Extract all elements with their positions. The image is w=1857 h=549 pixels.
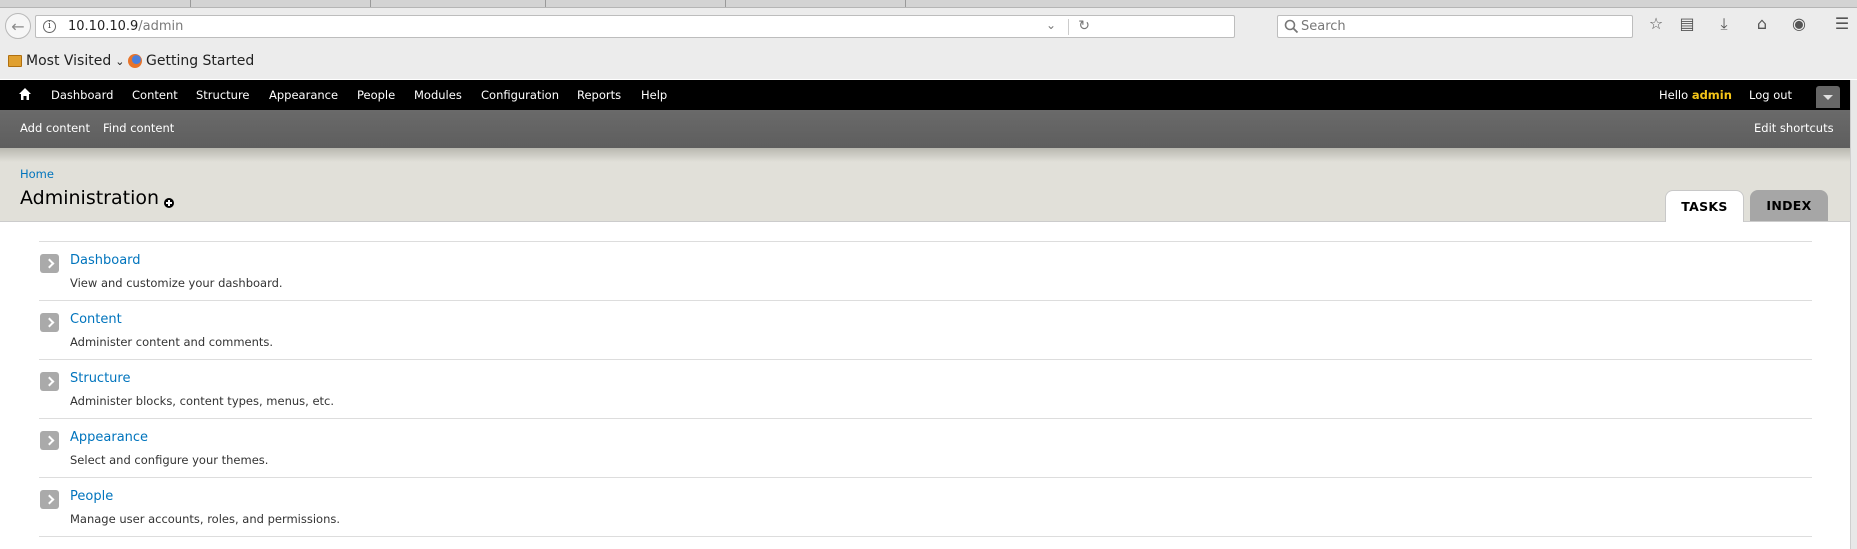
search-bar[interactable]: Search bbox=[1277, 15, 1633, 38]
toolbar-item-dashboard[interactable]: Dashboard bbox=[51, 88, 113, 102]
admin-item-description: Administer content and comments. bbox=[70, 335, 274, 349]
info-icon[interactable]: i bbox=[43, 20, 56, 33]
chevron-down-icon[interactable]: ⌄ bbox=[1046, 18, 1056, 32]
url-text[interactable]: 10.10.10.9/admin bbox=[68, 19, 183, 34]
back-button[interactable]: ← bbox=[5, 13, 31, 39]
toolbar-item-people[interactable]: People bbox=[357, 88, 395, 102]
tab-separator bbox=[370, 0, 371, 7]
tab-tasks[interactable]: TASKS bbox=[1665, 190, 1744, 222]
logout-link[interactable]: Log out bbox=[1749, 88, 1792, 102]
firefox-icon bbox=[128, 54, 142, 68]
home-icon[interactable] bbox=[18, 87, 32, 101]
list-item: Content Administer content and comments. bbox=[39, 301, 1812, 360]
reading-list-icon[interactable]: ▤ bbox=[1677, 14, 1697, 34]
bookmark-getting-started[interactable]: Getting Started bbox=[128, 53, 254, 69]
bookmark-label: Most Visited bbox=[26, 53, 112, 69]
url-host: 10.10.10.9 bbox=[68, 19, 139, 34]
chevron-down-icon: ⌄ bbox=[115, 54, 125, 68]
browser-tab-strip bbox=[0, 0, 1857, 8]
admin-item-description: Manage user accounts, roles, and permiss… bbox=[70, 512, 341, 526]
shortcut-find-content[interactable]: Find content bbox=[103, 121, 174, 135]
chevron-right-icon bbox=[40, 490, 59, 509]
tab-index[interactable]: INDEX bbox=[1750, 190, 1828, 221]
arrow-left-icon: ← bbox=[11, 16, 25, 36]
window-scrollbar[interactable] bbox=[1850, 80, 1857, 549]
page-title: Administration bbox=[20, 187, 160, 209]
edit-shortcuts-link[interactable]: Edit shortcuts bbox=[1754, 121, 1834, 135]
username-link[interactable]: admin bbox=[1692, 88, 1732, 102]
toolbar-item-modules[interactable]: Modules bbox=[414, 88, 462, 102]
chevron-right-icon bbox=[40, 254, 59, 273]
toolbar-item-structure[interactable]: Structure bbox=[196, 88, 250, 102]
toolbar-item-content[interactable]: Content bbox=[132, 88, 178, 102]
tab-separator bbox=[725, 0, 726, 7]
url-path: /admin bbox=[138, 19, 184, 34]
admin-item-description: Administer blocks, content types, menus,… bbox=[70, 394, 335, 408]
url-separator bbox=[1068, 19, 1069, 35]
star-icon[interactable]: ☆ bbox=[1646, 14, 1666, 34]
toolbar-item-configuration[interactable]: Configuration bbox=[481, 88, 559, 102]
folder-icon bbox=[8, 55, 22, 67]
add-shortcut-icon[interactable] bbox=[164, 198, 174, 208]
list-item: Appearance Select and configure your the… bbox=[39, 419, 1812, 478]
list-item: People Manage user accounts, roles, and … bbox=[39, 478, 1812, 537]
chevron-right-icon bbox=[40, 313, 59, 332]
reload-icon[interactable]: ↻ bbox=[1078, 18, 1090, 34]
bookmark-label: Getting Started bbox=[146, 53, 255, 69]
breadcrumb-home[interactable]: Home bbox=[20, 167, 54, 181]
bookmark-most-visited[interactable]: Most Visited ⌄ bbox=[8, 53, 124, 69]
download-icon[interactable]: ⤓ bbox=[1714, 14, 1734, 34]
admin-item-title[interactable]: Appearance bbox=[70, 430, 148, 445]
search-icon bbox=[1284, 19, 1299, 34]
tab-separator bbox=[905, 0, 906, 7]
admin-item-title[interactable]: Dashboard bbox=[70, 253, 141, 268]
bookmarks-bar: Most Visited ⌄ Getting Started bbox=[0, 45, 1857, 79]
toolbar-item-reports[interactable]: Reports bbox=[577, 88, 621, 102]
tab-separator bbox=[190, 0, 191, 7]
url-bar[interactable]: i 10.10.10.9/admin ⌄ ↻ bbox=[35, 15, 1235, 38]
browser-nav-bar: ← i 10.10.10.9/admin ⌄ ↻ Search ☆ ▤ ⤓ ⌂ … bbox=[0, 8, 1857, 45]
toolbar-item-help[interactable]: Help bbox=[641, 88, 667, 102]
admin-item-title[interactable]: Structure bbox=[70, 371, 130, 386]
admin-list: Dashboard View and customize your dashbo… bbox=[39, 241, 1812, 537]
page-header: Home Administration TASKS INDEX bbox=[0, 162, 1850, 222]
pocket-icon[interactable]: ◉ bbox=[1789, 14, 1809, 34]
list-item: Structure Administer blocks, content typ… bbox=[39, 360, 1812, 419]
admin-toolbar: Dashboard Content Structure Appearance P… bbox=[0, 80, 1850, 110]
home-icon[interactable]: ⌂ bbox=[1752, 14, 1772, 34]
admin-item-description: View and customize your dashboard. bbox=[70, 276, 283, 290]
shortcuts-shadow bbox=[0, 148, 1850, 162]
chevron-right-icon bbox=[40, 372, 59, 391]
tab-separator bbox=[545, 0, 546, 7]
admin-item-title[interactable]: People bbox=[70, 489, 113, 504]
chevron-right-icon bbox=[40, 431, 59, 450]
search-input[interactable]: Search bbox=[1301, 19, 1346, 34]
greeting-prefix: Hello bbox=[1659, 88, 1689, 102]
shortcuts-bar: Add content Find content Edit shortcuts bbox=[0, 110, 1850, 148]
admin-item-description: Select and configure your themes. bbox=[70, 453, 269, 467]
list-item: Dashboard View and customize your dashbo… bbox=[39, 242, 1812, 301]
toolbar-drawer-toggle[interactable] bbox=[1816, 86, 1840, 108]
toolbar-item-appearance[interactable]: Appearance bbox=[269, 88, 338, 102]
hamburger-menu-icon[interactable]: ☰ bbox=[1832, 14, 1852, 34]
admin-item-title[interactable]: Content bbox=[70, 312, 122, 327]
shortcut-add-content[interactable]: Add content bbox=[20, 121, 90, 135]
user-greeting: Hello admin bbox=[1659, 88, 1732, 102]
